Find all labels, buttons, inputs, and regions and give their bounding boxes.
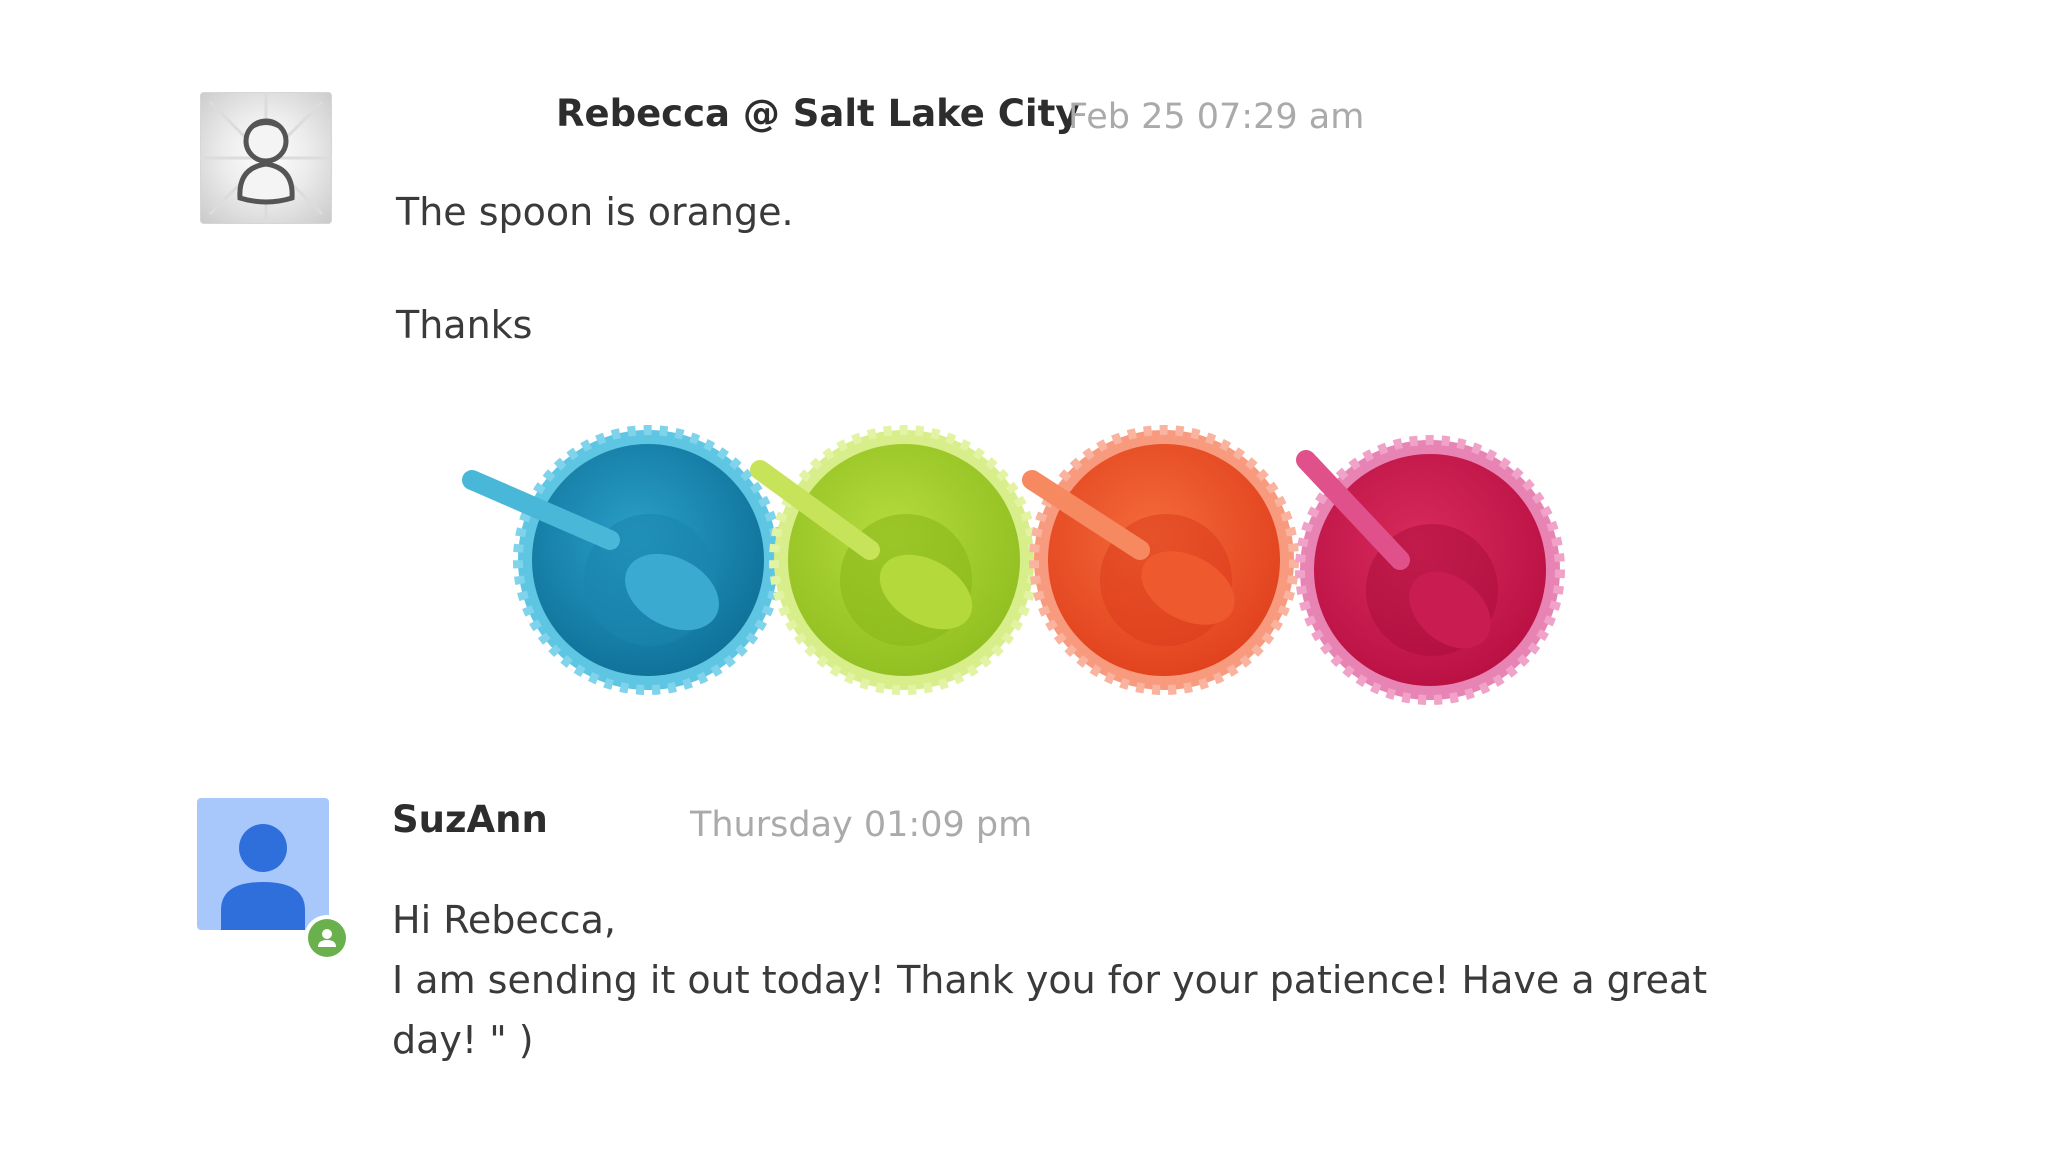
message-timestamp: Thursday 01:09 pm (690, 805, 1033, 845)
blue-bowl (462, 425, 783, 695)
message-line: I am sending it out today! Thank you for… (392, 958, 1708, 1002)
agent-avatar-icon[interactable] (197, 798, 329, 930)
message-line: Thanks (396, 303, 533, 347)
red-bowl (1295, 435, 1565, 705)
default-user-avatar-icon[interactable] (200, 92, 332, 224)
message-line: day! " ) (392, 1018, 534, 1062)
orange-bowl (1022, 425, 1299, 695)
green-bowl (750, 425, 1039, 695)
message-line: The spoon is orange. (396, 190, 794, 234)
message-timestamp: Feb 25 07:29 am (1068, 97, 1365, 137)
message-author[interactable]: SuzAnn (392, 798, 548, 841)
message-author[interactable]: Rebecca @ Salt Lake City (556, 92, 1079, 135)
online-status-icon (304, 915, 350, 961)
attachment-image-bowls[interactable] (460, 420, 1580, 720)
message-line: Hi Rebecca, (392, 898, 616, 942)
